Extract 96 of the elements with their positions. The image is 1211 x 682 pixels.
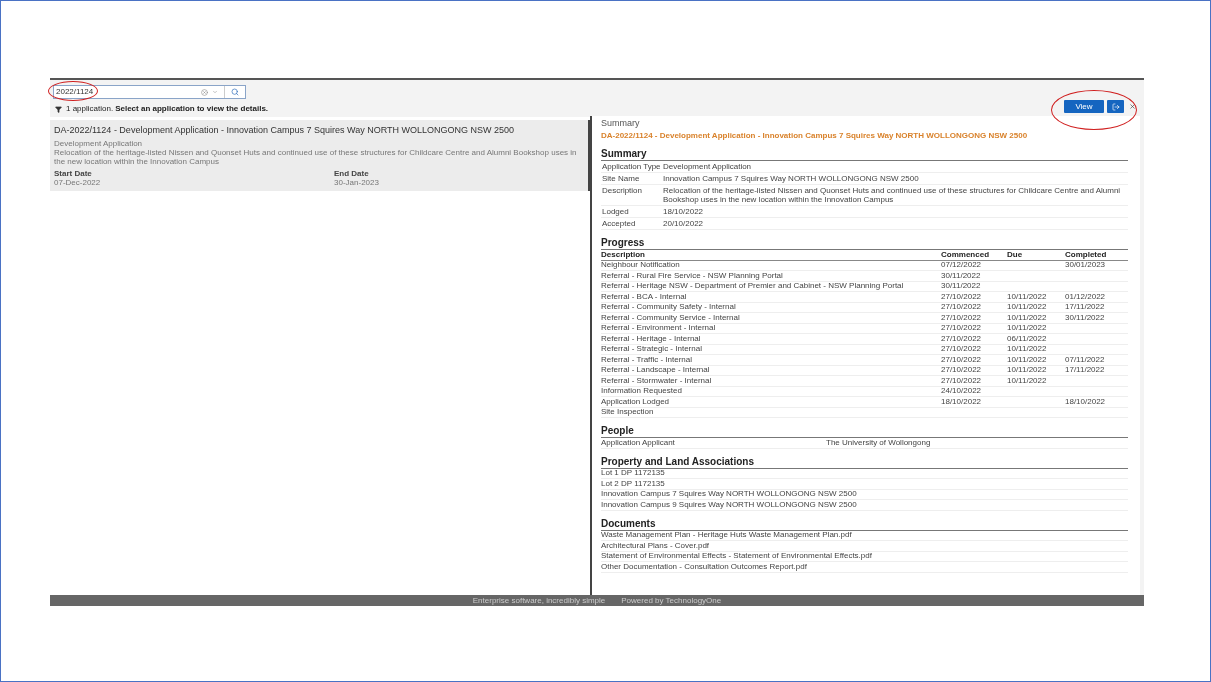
table-cell: 17/11/2022 [1065,365,1105,375]
result-count: 1 application. [66,103,114,115]
field-label: Application Type [601,162,662,171]
section-heading: Documents [601,517,1128,531]
table-cell: 27/10/2022 [941,291,982,301]
person-role: Application Applicant [601,437,675,447]
field-label: Start Date [54,168,93,178]
table-cell: 27/10/2022 [941,344,982,354]
view-button[interactable]: View [1064,100,1104,113]
section-heading: Summary [601,148,1128,161]
table-cell: Referral - Community Service - Internal [601,312,740,322]
table-cell: 10/11/2022 [1007,312,1047,322]
person-name: The University of Wollongong [826,438,931,447]
table-cell: 27/10/2022 [941,375,982,385]
exit-icon [1111,102,1120,111]
field-value: Innovation Campus 7 Squires Way NORTH WOLLONGONG NSW 2500 [663,174,919,183]
table-cell: Referral - Strategic - Internal [601,344,702,354]
search-bar[interactable]: 2022/1124 [53,85,246,99]
document-link[interactable]: Other Documentation - Consultation Outcomes Report.pdf [601,562,807,571]
table-cell: 27/10/2022 [941,333,982,343]
result-hint: Select an application to view the details. [115,103,269,115]
table-cell: Referral - BCA - Internal [601,291,687,301]
column-header: Due [1007,250,1024,259]
end-date: 30-Jan-2023 [334,177,379,187]
property-item: Lot 2 DP 1172135 [601,479,665,488]
application-description: Relocation of the heritage-listed Nissen and Quonset Huts and continued use of these structures for Childcare Centre and Alumni Bookshop uses in the new location within the Innovation Campus [54,147,578,166]
table-cell: 27/10/2022 [941,323,982,333]
column-header: Completed [1065,250,1108,259]
clear-icon[interactable] [201,88,208,96]
table-cell: 10/11/2022 [1007,365,1047,375]
table-cell: 07/11/2022 [1065,354,1105,364]
table-cell: 10/11/2022 [1007,375,1047,385]
table-cell: 06/11/2022 [1007,333,1047,343]
column-header: Commenced [941,250,990,259]
table-cell: 30/11/2022 [1065,312,1105,322]
section-heading: Property and Land Associations [601,455,1128,469]
document-link[interactable]: Waste Management Plan - Heritage Huts Waste Management Plan.pdf [601,531,852,540]
table-cell: 10/11/2022 [1007,354,1047,364]
table-cell: 01/12/2022 [1065,291,1106,301]
table-cell: 27/10/2022 [941,365,982,375]
table-cell: 18/10/2022 [941,396,982,406]
table-cell: Neighbour Notification [601,260,680,270]
search-field[interactable]: 2022/1124 [54,86,201,98]
start-date: 07-Dec-2022 [54,177,102,187]
table-cell: Referral - Heritage NSW - Department of Premier and Cabinet - NSW Planning Portal [601,281,904,291]
panel-title: Summary [601,118,641,129]
table-cell: Application Lodged [601,396,670,406]
field-label: End Date [334,168,370,178]
table-cell: 24/10/2022 [941,386,982,396]
field-value: 18/10/2022 [663,207,704,216]
field-label: Lodged [601,207,630,216]
search-icon[interactable] [231,88,239,96]
table-cell: Referral - Community Safety - Internal [601,302,736,312]
filter-icon[interactable] [55,105,62,113]
table-cell: Referral - Environment - Internal [601,323,716,333]
table-cell: 17/11/2022 [1065,302,1105,312]
footer-text: Powered by TechnologyOne [621,596,722,605]
field-label: Accepted [601,219,637,228]
exit-button[interactable] [1107,100,1124,113]
close-icon[interactable] [1129,103,1136,110]
table-cell: 27/10/2022 [941,312,982,322]
application-card[interactable] [50,120,590,191]
property-item: Innovation Campus 9 Squires Way NORTH WOLLONGONG NSW 2500 [601,500,857,509]
table-cell: Referral - Landscape - Internal [601,365,710,375]
property-item: Lot 1 DP 1172135 [601,469,665,478]
table-cell: Referral - Rural Fire Service - NSW Planning Portal [601,270,783,280]
table-cell: Information Requested [601,386,682,396]
table-cell: Referral - Stormwater - Internal [601,375,712,385]
field-value: Development Application [663,162,752,171]
field-label: Site Name [601,174,641,183]
table-cell: 07/12/2022 [941,260,982,270]
table-cell: Referral - Traffic - Internal [601,354,692,364]
section-heading: Progress [601,237,1128,250]
table-cell: 10/11/2022 [1007,302,1047,312]
table-cell: 30/11/2022 [941,281,981,291]
table-cell: 30/01/2023 [1065,260,1106,270]
application-type: Development Application [54,138,144,148]
table-cell: 30/11/2022 [941,270,981,280]
field-value: 20/10/2022 [663,219,704,228]
document-link[interactable]: Architectural Plans - Cover.pdf [601,541,710,550]
section-heading: People [601,425,1128,438]
table-cell: Referral - Heritage - Internal [601,333,701,343]
table-cell: 10/11/2022 [1007,323,1047,333]
field-value: Relocation of the heritage-listed Nissen and Quonset Huts and continued use of these structures for Childcare Centre and Alumni Bookshop uses in the new location within the Innovation Campus [663,186,1122,204]
application-title: DA-2022/1124 - Development Application - Innovation Campus 7 Squires Way NORTH WOLLONGONG NSW 2500 [54,124,516,137]
property-item: Innovation Campus 7 Squires Way NORTH WOLLONGONG NSW 2500 [601,490,857,499]
field-label: Description [601,186,643,195]
table-cell: 18/10/2022 [1065,396,1106,406]
footer-text: Enterprise software, incredibly simple [472,596,606,605]
table-cell: 10/11/2022 [1007,344,1047,354]
table-cell: 27/10/2022 [941,302,982,312]
table-cell: Site Inspection [601,407,654,417]
table-cell: 27/10/2022 [941,354,982,364]
column-header: Description [601,250,646,259]
document-link[interactable]: Statement of Environmental Effects - Statement of Environmental Effects.pdf [601,552,872,561]
table-cell: 10/11/2022 [1007,291,1047,301]
